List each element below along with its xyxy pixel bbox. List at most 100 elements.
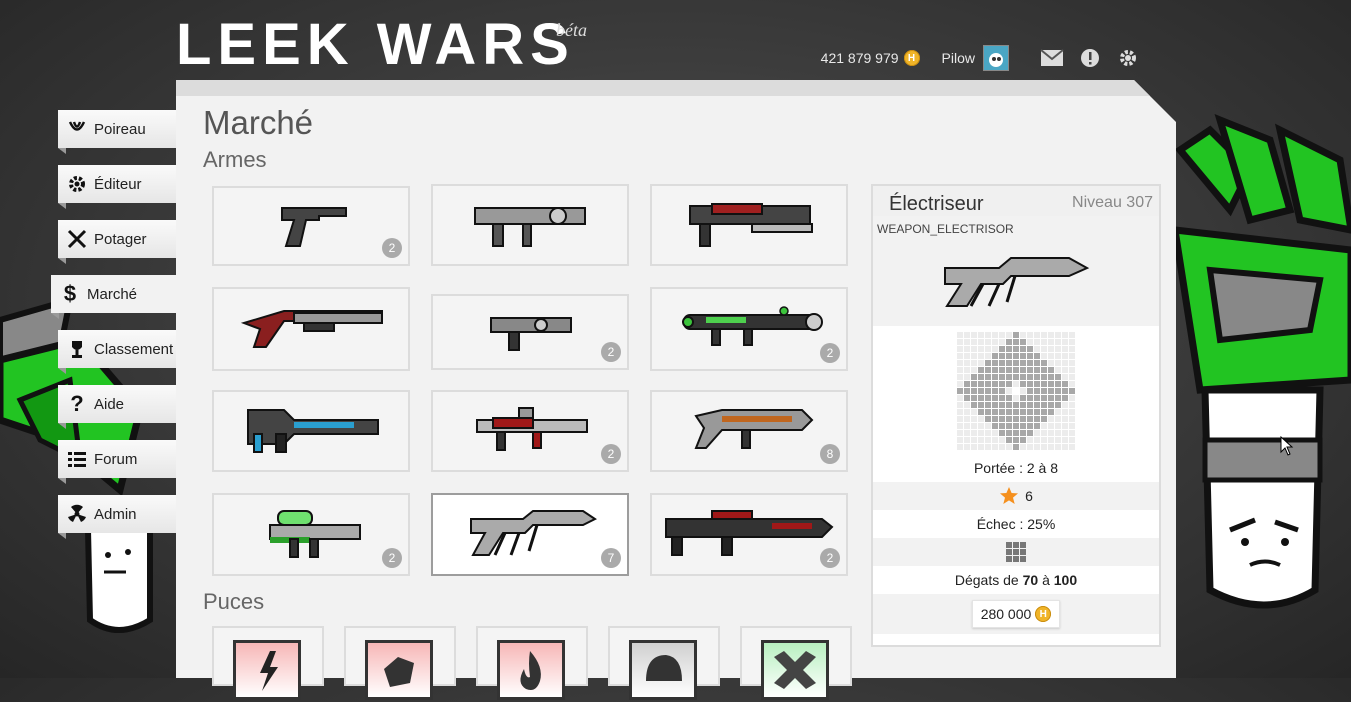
range-cell bbox=[999, 395, 1005, 401]
weapon-card-grenade-launcher[interactable]: 2 bbox=[212, 493, 410, 576]
range-cell bbox=[992, 339, 998, 345]
range-cell bbox=[964, 367, 970, 373]
range-cell bbox=[1020, 423, 1026, 429]
range-cell bbox=[978, 402, 984, 408]
warning-icon[interactable] bbox=[1077, 47, 1103, 69]
range-cell bbox=[985, 339, 991, 345]
nav-item-forum[interactable]: Forum bbox=[58, 440, 176, 484]
nav-item-editeur[interactable]: Éditeur bbox=[58, 165, 176, 209]
mail-icon[interactable] bbox=[1039, 47, 1065, 69]
range-cell bbox=[985, 360, 991, 366]
range-cell bbox=[1027, 339, 1033, 345]
range-cell bbox=[971, 423, 977, 429]
range-cell bbox=[957, 332, 963, 338]
range-cell bbox=[1027, 395, 1033, 401]
range-cell bbox=[1069, 416, 1075, 422]
range-cell bbox=[1034, 444, 1040, 450]
range-cell bbox=[971, 402, 977, 408]
chip-card-helmet[interactable] bbox=[608, 626, 720, 700]
laser-icon bbox=[682, 306, 823, 346]
damage-prefix: Dégats de bbox=[954, 572, 1019, 588]
nav-item-classement[interactable]: Classement bbox=[58, 330, 176, 374]
chip-card-bandage[interactable] bbox=[740, 626, 852, 700]
range-cell bbox=[1041, 430, 1047, 436]
range-cell bbox=[985, 395, 991, 401]
weapon-card-gazor[interactable]: 8 bbox=[650, 390, 848, 472]
user-profile-link[interactable]: Pilow bbox=[942, 45, 1009, 71]
range-cell bbox=[1069, 437, 1075, 443]
range-cell bbox=[1041, 437, 1047, 443]
range-cell bbox=[1069, 423, 1075, 429]
weapon-detail-panel: Électriseur Niveau 307 WEAPON_ELECTRISOR… bbox=[871, 184, 1161, 647]
chip-card-rock[interactable] bbox=[344, 626, 456, 700]
range-cell bbox=[1048, 367, 1054, 373]
range-cell bbox=[978, 374, 984, 380]
weapon-card-destroyer[interactable] bbox=[212, 390, 410, 472]
range-cell bbox=[1034, 360, 1040, 366]
weapon-card-pistol[interactable]: 2 bbox=[212, 186, 410, 266]
weapon-card-laser[interactable]: 2 bbox=[650, 287, 848, 371]
range-cell bbox=[1020, 409, 1026, 415]
range-cell bbox=[985, 416, 991, 422]
range-cell bbox=[992, 388, 998, 394]
nav-label: Poireau bbox=[94, 120, 146, 138]
chip-card-flame[interactable] bbox=[476, 626, 588, 700]
weapon-card-shotgun[interactable] bbox=[212, 287, 410, 371]
weapon-card-m-laser[interactable]: 2 bbox=[650, 493, 848, 576]
range-cell bbox=[1048, 395, 1054, 401]
range-cell bbox=[999, 409, 1005, 415]
range-cell bbox=[978, 346, 984, 352]
range-cell bbox=[1006, 367, 1012, 373]
range-cell bbox=[1069, 395, 1075, 401]
range-cell bbox=[978, 430, 984, 436]
range-cell bbox=[1027, 402, 1033, 408]
range-cell bbox=[1062, 395, 1068, 401]
habs-balance: 421 879 979 H bbox=[821, 50, 920, 66]
buy-price-button[interactable]: 280 000 H bbox=[971, 600, 1061, 628]
owned-count-badge: 2 bbox=[382, 548, 402, 568]
range-cell bbox=[971, 360, 977, 366]
nav-item-potager[interactable]: Potager bbox=[58, 220, 176, 264]
weapon-card-machine-gun[interactable] bbox=[431, 184, 629, 266]
weapons-heading: Armes bbox=[203, 147, 267, 172]
range-cell bbox=[1062, 416, 1068, 422]
range-cell bbox=[1006, 416, 1012, 422]
range-cell bbox=[964, 353, 970, 359]
weapon-card-electrisor-selected[interactable]: 7 bbox=[431, 493, 629, 576]
range-cell bbox=[1013, 353, 1019, 359]
rock-chip-icon bbox=[365, 640, 433, 700]
range-cell bbox=[1048, 353, 1054, 359]
range-cell bbox=[1027, 437, 1033, 443]
chip-card-lightning[interactable] bbox=[212, 626, 324, 700]
range-cell bbox=[1006, 346, 1012, 352]
leek-wars-logo[interactable]: LEEK WARS béta bbox=[176, 12, 596, 77]
area-row bbox=[873, 538, 1159, 566]
nav-item-marche[interactable]: $ Marché bbox=[51, 275, 176, 319]
weapon-card-magnum[interactable]: 2 bbox=[431, 294, 629, 370]
range-cell bbox=[1048, 374, 1054, 380]
range-cell bbox=[1020, 444, 1026, 450]
list-icon bbox=[66, 448, 88, 470]
failure-rate: Échec : 25% bbox=[976, 516, 1056, 532]
range-cell bbox=[1013, 339, 1019, 345]
range-cell bbox=[999, 332, 1005, 338]
nav-item-admin[interactable]: Admin bbox=[58, 495, 176, 539]
radiation-icon bbox=[66, 503, 88, 525]
range-cell bbox=[1034, 437, 1040, 443]
range-cell bbox=[957, 353, 963, 359]
range-cell bbox=[1013, 388, 1019, 394]
nav-item-aide[interactable]: ? Aide bbox=[58, 385, 176, 429]
habs-coin-icon: H bbox=[903, 50, 920, 66]
range-cell bbox=[1034, 409, 1040, 415]
range-cell bbox=[1013, 332, 1019, 338]
nav-item-poireau[interactable]: Poireau bbox=[58, 110, 176, 154]
range-cell bbox=[1041, 374, 1047, 380]
range-cell bbox=[1027, 430, 1033, 436]
range-grid-diagram bbox=[957, 332, 1075, 450]
range-cell bbox=[985, 367, 991, 373]
weapon-card-double-gun[interactable] bbox=[650, 184, 848, 266]
weapon-card-flamethrower[interactable]: 2 bbox=[431, 390, 629, 472]
settings-gear-icon[interactable] bbox=[1115, 47, 1141, 69]
range-cell bbox=[1055, 423, 1061, 429]
range-cell bbox=[1027, 367, 1033, 373]
